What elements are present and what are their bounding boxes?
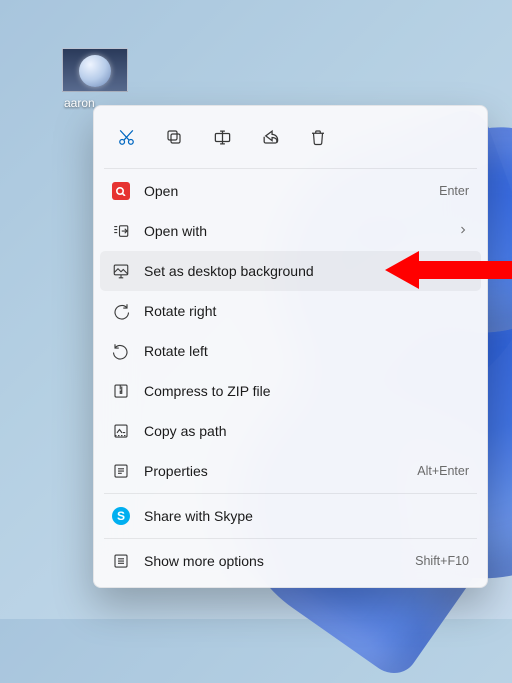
rotate-right-icon	[112, 302, 130, 320]
copy-path-icon	[112, 422, 130, 440]
copy-icon	[165, 128, 183, 146]
desktop-file[interactable]: aaron	[62, 48, 128, 110]
open-with-item[interactable]: Open with	[100, 211, 481, 251]
rotate-left-item[interactable]: Rotate left	[100, 331, 481, 371]
share-button[interactable]	[250, 118, 290, 156]
divider	[104, 538, 477, 539]
open-accel: Enter	[439, 184, 469, 198]
compress-zip-label: Compress to ZIP file	[144, 383, 469, 399]
delete-button[interactable]	[298, 118, 338, 156]
properties-label: Properties	[144, 463, 403, 479]
cut-icon	[117, 128, 136, 147]
context-menu: Open Enter Open with Set as desktop back…	[93, 105, 488, 588]
open-with-icon	[112, 222, 130, 240]
show-more-options-item[interactable]: Show more options Shift+F10	[100, 541, 481, 581]
rename-button[interactable]	[202, 118, 242, 156]
rotate-left-icon	[112, 342, 130, 360]
rotate-left-label: Rotate left	[144, 343, 469, 359]
zip-icon	[112, 382, 130, 400]
open-with-label: Open with	[144, 223, 443, 239]
more-options-icon	[112, 552, 130, 570]
delete-icon	[309, 128, 327, 146]
compress-zip-item[interactable]: Compress to ZIP file	[100, 371, 481, 411]
set-desktop-background-item[interactable]: Set as desktop background	[100, 251, 481, 291]
chevron-right-icon	[457, 223, 469, 239]
open-icon	[112, 182, 130, 200]
copy-as-path-label: Copy as path	[144, 423, 469, 439]
show-more-options-accel: Shift+F10	[415, 554, 469, 568]
divider	[104, 493, 477, 494]
cut-button[interactable]	[106, 118, 146, 156]
copy-button[interactable]	[154, 118, 194, 156]
set-desktop-background-label: Set as desktop background	[144, 263, 469, 279]
desktop-background-icon	[112, 262, 130, 280]
share-skype-item[interactable]: S Share with Skype	[100, 496, 481, 536]
rotate-right-label: Rotate right	[144, 303, 469, 319]
file-thumbnail	[62, 48, 128, 92]
quick-actions-row	[100, 112, 481, 166]
open-item[interactable]: Open Enter	[100, 171, 481, 211]
properties-icon	[112, 462, 130, 480]
share-skype-label: Share with Skype	[144, 508, 469, 524]
divider	[104, 168, 477, 169]
rotate-right-item[interactable]: Rotate right	[100, 291, 481, 331]
show-more-options-label: Show more options	[144, 553, 401, 569]
properties-accel: Alt+Enter	[417, 464, 469, 478]
rename-icon	[213, 128, 232, 147]
properties-item[interactable]: Properties Alt+Enter	[100, 451, 481, 491]
open-label: Open	[144, 183, 425, 199]
share-icon	[261, 128, 280, 147]
skype-icon: S	[112, 507, 130, 525]
copy-as-path-item[interactable]: Copy as path	[100, 411, 481, 451]
